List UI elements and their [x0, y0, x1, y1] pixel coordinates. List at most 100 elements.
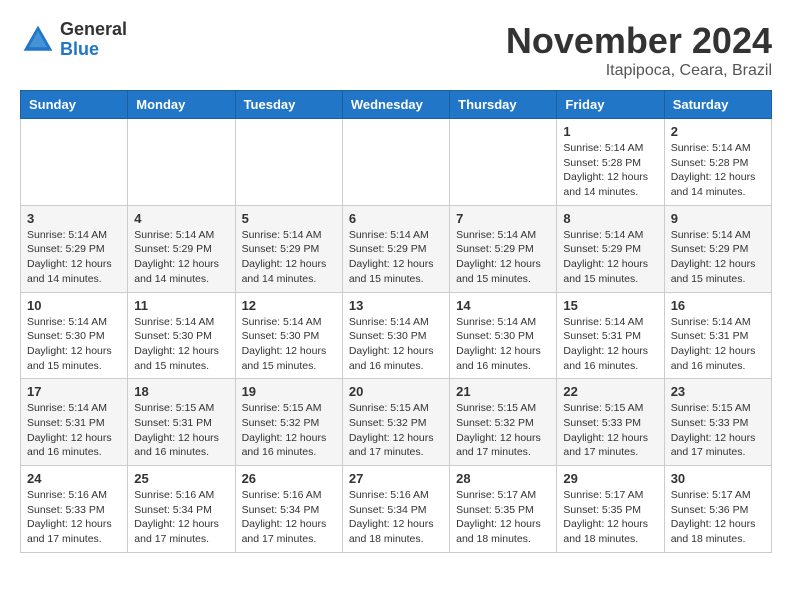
day-number: 14 [456, 298, 550, 313]
day-info: Sunrise: 5:15 AM Sunset: 5:32 PM Dayligh… [242, 401, 336, 460]
day-number: 6 [349, 211, 443, 226]
calendar-week-row: 1 Sunrise: 5:14 AM Sunset: 5:28 PM Daylig… [21, 119, 772, 206]
calendar-cell: 5 Sunrise: 5:14 AM Sunset: 5:29 PM Daylig… [235, 205, 342, 292]
day-info: Sunrise: 5:14 AM Sunset: 5:31 PM Dayligh… [671, 315, 765, 374]
calendar-cell [128, 119, 235, 206]
day-number: 12 [242, 298, 336, 313]
calendar-table: SundayMondayTuesdayWednesdayThursdayFrid… [20, 90, 772, 553]
page-header: General Blue November 2024 Itapipoca, Ce… [20, 20, 772, 80]
day-header-sunday: Sunday [21, 91, 128, 119]
day-info: Sunrise: 5:14 AM Sunset: 5:29 PM Dayligh… [349, 228, 443, 287]
day-info: Sunrise: 5:14 AM Sunset: 5:31 PM Dayligh… [563, 315, 657, 374]
day-number: 17 [27, 384, 121, 399]
calendar-cell: 17 Sunrise: 5:14 AM Sunset: 5:31 PM Dayli… [21, 379, 128, 466]
day-number: 20 [349, 384, 443, 399]
day-number: 11 [134, 298, 228, 313]
calendar-week-row: 17 Sunrise: 5:14 AM Sunset: 5:31 PM Dayli… [21, 379, 772, 466]
day-info: Sunrise: 5:14 AM Sunset: 5:28 PM Dayligh… [563, 141, 657, 200]
calendar-cell: 10 Sunrise: 5:14 AM Sunset: 5:30 PM Dayli… [21, 292, 128, 379]
day-header-friday: Friday [557, 91, 664, 119]
day-number: 15 [563, 298, 657, 313]
day-info: Sunrise: 5:16 AM Sunset: 5:33 PM Dayligh… [27, 488, 121, 547]
calendar-cell: 13Sunrise: 5:14 AM Sunset: 5:30 PM Dayli… [342, 292, 449, 379]
calendar-cell [21, 119, 128, 206]
day-header-thursday: Thursday [450, 91, 557, 119]
calendar-cell: 3 Sunrise: 5:14 AM Sunset: 5:29 PM Daylig… [21, 205, 128, 292]
day-info: Sunrise: 5:16 AM Sunset: 5:34 PM Dayligh… [134, 488, 228, 547]
day-info: Sunrise: 5:14 AM Sunset: 5:31 PM Dayligh… [27, 401, 121, 460]
day-number: 8 [563, 211, 657, 226]
logo-icon [20, 22, 56, 58]
day-number: 28 [456, 471, 550, 486]
day-info: Sunrise: 5:14 AM Sunset: 5:30 PM Dayligh… [134, 315, 228, 374]
day-info: Sunrise: 5:14 AM Sunset: 5:29 PM Dayligh… [563, 228, 657, 287]
day-number: 27 [349, 471, 443, 486]
day-info: Sunrise: 5:14 AM Sunset: 5:30 PM Dayligh… [456, 315, 550, 374]
calendar-cell: 18Sunrise: 5:15 AM Sunset: 5:31 PM Dayli… [128, 379, 235, 466]
calendar-cell [450, 119, 557, 206]
day-number: 23 [671, 384, 765, 399]
calendar-cell: 27 Sunrise: 5:16 AM Sunset: 5:34 PM Dayli… [342, 466, 449, 553]
day-number: 13 [349, 298, 443, 313]
day-info: Sunrise: 5:14 AM Sunset: 5:30 PM Dayligh… [242, 315, 336, 374]
calendar-week-row: 24 Sunrise: 5:16 AM Sunset: 5:33 PM Dayli… [21, 466, 772, 553]
day-header-monday: Monday [128, 91, 235, 119]
calendar-cell: 19 Sunrise: 5:15 AM Sunset: 5:32 PM Dayli… [235, 379, 342, 466]
calendar-week-row: 10 Sunrise: 5:14 AM Sunset: 5:30 PM Dayli… [21, 292, 772, 379]
day-info: Sunrise: 5:17 AM Sunset: 5:35 PM Dayligh… [563, 488, 657, 547]
calendar-cell: 21 Sunrise: 5:15 AM Sunset: 5:32 PM Dayli… [450, 379, 557, 466]
calendar-week-row: 3 Sunrise: 5:14 AM Sunset: 5:29 PM Daylig… [21, 205, 772, 292]
calendar-cell: 6 Sunrise: 5:14 AM Sunset: 5:29 PM Daylig… [342, 205, 449, 292]
day-info: Sunrise: 5:17 AM Sunset: 5:35 PM Dayligh… [456, 488, 550, 547]
day-number: 1 [563, 124, 657, 139]
calendar-cell: 20 Sunrise: 5:15 AM Sunset: 5:32 PM Dayli… [342, 379, 449, 466]
calendar-cell: 4 Sunrise: 5:14 AM Sunset: 5:29 PM Daylig… [128, 205, 235, 292]
calendar-cell: 16 Sunrise: 5:14 AM Sunset: 5:31 PM Dayli… [664, 292, 771, 379]
day-info: Sunrise: 5:16 AM Sunset: 5:34 PM Dayligh… [349, 488, 443, 547]
calendar-cell: 29Sunrise: 5:17 AM Sunset: 5:35 PM Dayli… [557, 466, 664, 553]
calendar-cell: 2 Sunrise: 5:14 AM Sunset: 5:28 PM Daylig… [664, 119, 771, 206]
calendar-cell: 30Sunrise: 5:17 AM Sunset: 5:36 PM Dayli… [664, 466, 771, 553]
calendar-cell: 28 Sunrise: 5:17 AM Sunset: 5:35 PM Dayli… [450, 466, 557, 553]
day-number: 24 [27, 471, 121, 486]
logo-blue-text: Blue [60, 40, 127, 60]
day-number: 30 [671, 471, 765, 486]
day-number: 21 [456, 384, 550, 399]
day-number: 22 [563, 384, 657, 399]
calendar-cell: 23Sunrise: 5:15 AM Sunset: 5:33 PM Dayli… [664, 379, 771, 466]
location: Itapipoca, Ceara, Brazil [506, 62, 772, 80]
day-number: 3 [27, 211, 121, 226]
title-block: November 2024 Itapipoca, Ceara, Brazil [506, 20, 772, 80]
calendar-cell: 8 Sunrise: 5:14 AM Sunset: 5:29 PM Daylig… [557, 205, 664, 292]
day-number: 10 [27, 298, 121, 313]
day-number: 19 [242, 384, 336, 399]
day-info: Sunrise: 5:14 AM Sunset: 5:30 PM Dayligh… [27, 315, 121, 374]
day-info: Sunrise: 5:14 AM Sunset: 5:28 PM Dayligh… [671, 141, 765, 200]
day-info: Sunrise: 5:14 AM Sunset: 5:29 PM Dayligh… [242, 228, 336, 287]
day-info: Sunrise: 5:14 AM Sunset: 5:29 PM Dayligh… [456, 228, 550, 287]
day-number: 5 [242, 211, 336, 226]
calendar-cell: 25Sunrise: 5:16 AM Sunset: 5:34 PM Dayli… [128, 466, 235, 553]
day-info: Sunrise: 5:15 AM Sunset: 5:32 PM Dayligh… [349, 401, 443, 460]
day-info: Sunrise: 5:14 AM Sunset: 5:29 PM Dayligh… [134, 228, 228, 287]
day-header-wednesday: Wednesday [342, 91, 449, 119]
logo-general-text: General [60, 20, 127, 40]
calendar-cell: 15 Sunrise: 5:14 AM Sunset: 5:31 PM Dayli… [557, 292, 664, 379]
calendar-cell: 24 Sunrise: 5:16 AM Sunset: 5:33 PM Dayli… [21, 466, 128, 553]
day-number: 2 [671, 124, 765, 139]
calendar-cell [235, 119, 342, 206]
calendar-cell: 11 Sunrise: 5:14 AM Sunset: 5:30 PM Dayli… [128, 292, 235, 379]
day-number: 26 [242, 471, 336, 486]
calendar-cell: 12 Sunrise: 5:14 AM Sunset: 5:30 PM Dayli… [235, 292, 342, 379]
day-number: 9 [671, 211, 765, 226]
calendar-cell: 9Sunrise: 5:14 AM Sunset: 5:29 PM Daylig… [664, 205, 771, 292]
day-info: Sunrise: 5:15 AM Sunset: 5:32 PM Dayligh… [456, 401, 550, 460]
calendar-cell [342, 119, 449, 206]
day-number: 16 [671, 298, 765, 313]
calendar-cell: 22Sunrise: 5:15 AM Sunset: 5:33 PM Dayli… [557, 379, 664, 466]
calendar-cell: 7Sunrise: 5:14 AM Sunset: 5:29 PM Daylig… [450, 205, 557, 292]
day-number: 4 [134, 211, 228, 226]
calendar-header-row: SundayMondayTuesdayWednesdayThursdayFrid… [21, 91, 772, 119]
day-info: Sunrise: 5:14 AM Sunset: 5:29 PM Dayligh… [27, 228, 121, 287]
day-info: Sunrise: 5:15 AM Sunset: 5:31 PM Dayligh… [134, 401, 228, 460]
